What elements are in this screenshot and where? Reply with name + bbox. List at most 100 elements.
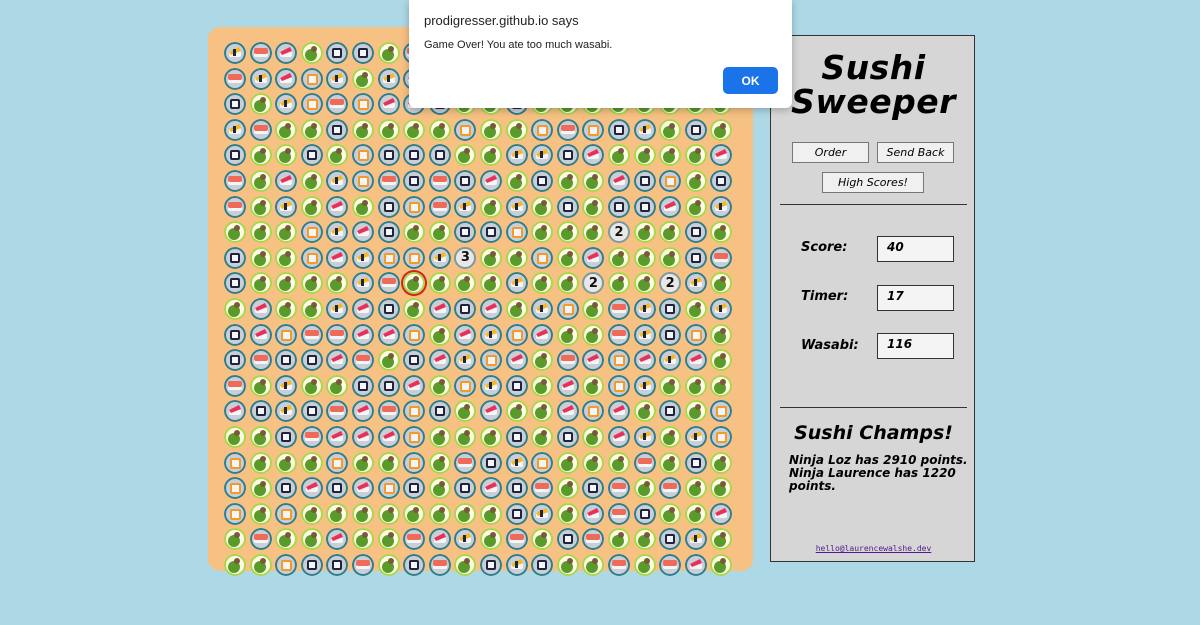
maki-tile[interactable] [505,477,528,500]
wasabi-tile[interactable] [531,195,554,218]
tamago-tile[interactable] [684,528,707,551]
wasabi-tile[interactable] [608,144,630,167]
wasabi-tile[interactable] [300,528,323,551]
wasabi-tile[interactable] [531,221,554,244]
maki-tile[interactable] [326,554,349,576]
maki-tile[interactable] [505,502,528,525]
wasabi-tile[interactable] [275,118,298,141]
wasabi-tile[interactable] [710,118,733,141]
onigiri-tile[interactable] [684,323,707,346]
maki-tile[interactable] [480,451,502,474]
maki-tile[interactable] [377,374,400,397]
wasabi-tile[interactable] [684,144,707,167]
maki-tile[interactable] [684,451,707,474]
onigiri-tile[interactable] [710,426,733,448]
salmon-nigiri-tile[interactable] [608,323,630,346]
wasabi-tile[interactable] [531,374,554,397]
tuna-nigiri-tile[interactable] [326,528,349,551]
tamago-tile[interactable] [633,118,656,141]
wasabi-tile[interactable] [531,272,554,295]
maki-tile[interactable] [608,195,630,218]
wasabi-tile[interactable] [300,374,323,397]
tamago-tile[interactable] [352,246,374,269]
onigiri-tile[interactable] [377,246,400,269]
salmon-nigiri-tile[interactable] [608,554,630,576]
wasabi-tile[interactable] [403,118,426,141]
onigiri-tile[interactable] [300,221,323,244]
wasabi-tile[interactable] [377,528,400,551]
tuna-nigiri-tile[interactable] [633,349,656,372]
maki-tile[interactable] [224,349,246,372]
wasabi-tile[interactable] [300,170,323,192]
salmon-nigiri-tile[interactable] [224,374,246,397]
wasabi-tile[interactable] [377,451,400,474]
maki-tile[interactable] [684,221,707,244]
wasabi-tile[interactable] [224,528,246,551]
onigiri-tile[interactable] [480,349,502,372]
maki-tile[interactable] [352,42,374,64]
tuna-nigiri-tile[interactable] [582,144,605,167]
wasabi-tile[interactable] [454,272,477,295]
tamago-tile[interactable] [428,246,451,269]
wasabi-tile[interactable] [659,502,682,525]
wasabi-tile[interactable] [275,221,298,244]
maki-tile[interactable] [403,170,426,192]
wasabi-tile[interactable] [300,118,323,141]
wasabi-tile[interactable] [531,528,554,551]
wasabi-tile[interactable] [275,451,298,474]
wasabi-tile[interactable] [224,426,246,448]
onigiri-tile[interactable] [454,374,477,397]
onigiri-tile[interactable] [582,400,605,423]
wasabi-tile[interactable] [684,298,707,320]
wasabi-tile[interactable] [710,349,733,372]
maki-tile[interactable] [326,118,349,141]
maki-tile[interactable] [659,528,682,551]
wasabi-tile[interactable] [326,502,349,525]
wasabi-tile[interactable] [249,144,272,167]
maki-tile[interactable] [454,170,477,192]
salmon-nigiri-tile[interactable] [428,170,451,192]
wasabi-tile[interactable] [505,170,528,192]
tuna-nigiri-tile[interactable] [710,144,733,167]
wasabi-tile[interactable] [710,374,733,397]
onigiri-tile[interactable] [300,93,323,116]
wasabi-tile[interactable] [480,502,502,525]
maki-tile[interactable] [428,144,451,167]
wasabi-tile[interactable] [582,426,605,448]
tuna-nigiri-tile[interactable] [480,170,502,192]
salmon-nigiri-tile[interactable] [531,477,554,500]
tuna-nigiri-tile[interactable] [710,502,733,525]
tuna-nigiri-tile[interactable] [326,195,349,218]
wasabi-tile[interactable] [710,554,733,576]
wasabi-tile[interactable] [249,221,272,244]
maki-tile[interactable] [403,477,426,500]
wasabi-tile[interactable] [377,349,400,372]
tamago-tile[interactable] [352,272,374,295]
maki-tile[interactable] [608,118,630,141]
salmon-nigiri-tile[interactable] [249,528,272,551]
onigiri-tile[interactable] [505,221,528,244]
maki-tile[interactable] [224,272,246,295]
onigiri-tile[interactable] [531,451,554,474]
wasabi-tile[interactable] [480,426,502,448]
wasabi-tile[interactable] [633,528,656,551]
tuna-nigiri-tile[interactable] [608,400,630,423]
maki-tile[interactable] [428,400,451,423]
onigiri-tile[interactable] [403,323,426,346]
wasabi-tile[interactable] [684,477,707,500]
wasabi-tile[interactable] [531,426,554,448]
maki-tile[interactable] [300,400,323,423]
wasabi-tile[interactable] [659,144,682,167]
wasabi-tile[interactable] [428,272,451,295]
maki-tile[interactable] [300,554,323,576]
wasabi-tile[interactable] [633,477,656,500]
tuna-nigiri-tile[interactable] [352,298,374,320]
wasabi-tile[interactable] [249,426,272,448]
wasabi-tile[interactable] [480,272,502,295]
wasabi-lost-tile[interactable] [403,272,426,295]
salmon-nigiri-tile[interactable] [326,400,349,423]
onigiri-tile[interactable] [275,554,298,576]
wasabi-tile[interactable] [454,400,477,423]
salmon-nigiri-tile[interactable] [454,451,477,474]
wasabi-tile[interactable] [249,93,272,116]
